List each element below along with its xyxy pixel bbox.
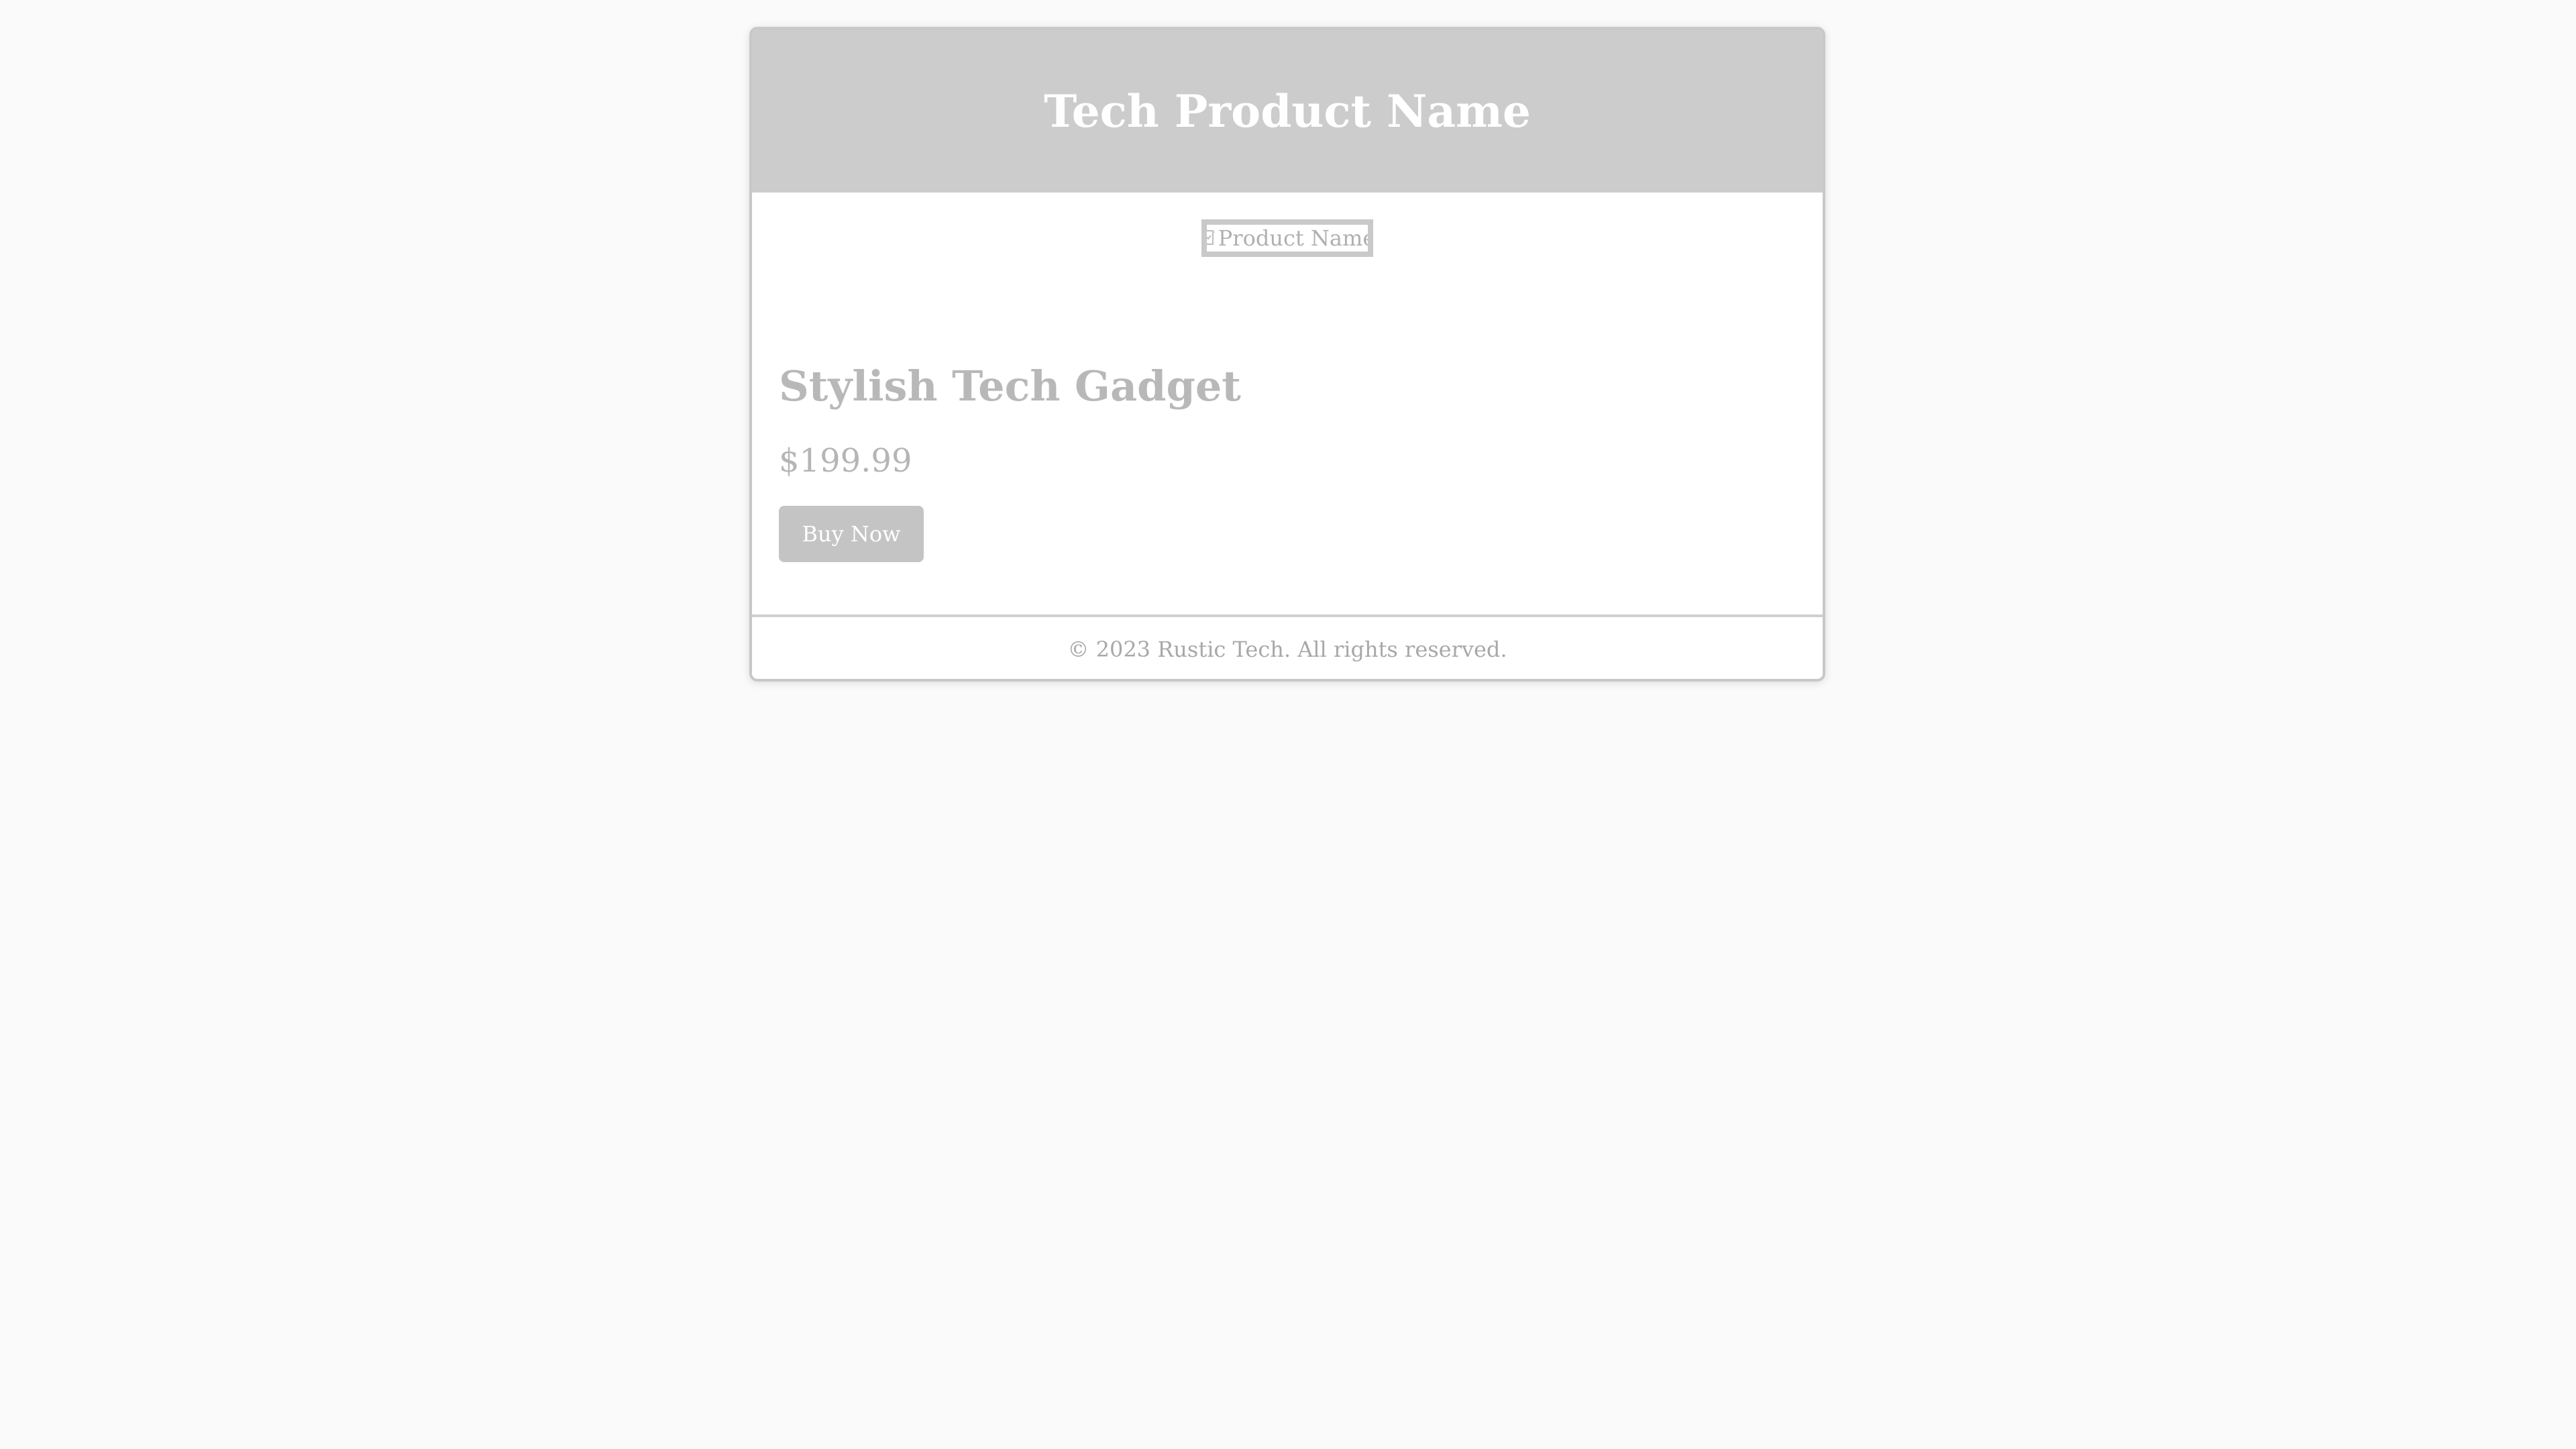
product-image-alt-text: Product Name <box>1218 225 1373 251</box>
footer-copyright: © 2023 Rustic Tech. All rights reserved. <box>1067 637 1507 662</box>
product-image-container: Product Name <box>752 219 1823 257</box>
product-name: Stylish Tech Gadget <box>779 362 1241 411</box>
page-header: Tech Product Name <box>752 30 1823 193</box>
product-price: $199.99 <box>779 442 912 480</box>
broken-image-icon <box>1207 230 1215 245</box>
page-footer: © 2023 Rustic Tech. All rights reserved. <box>752 617 1823 679</box>
product-card: Tech Product Name Product Name Stylish T… <box>749 27 1825 682</box>
product-image: Product Name <box>1201 219 1373 257</box>
page-title: Tech Product Name <box>1044 85 1531 138</box>
buy-now-button[interactable]: Buy Now <box>779 506 924 562</box>
